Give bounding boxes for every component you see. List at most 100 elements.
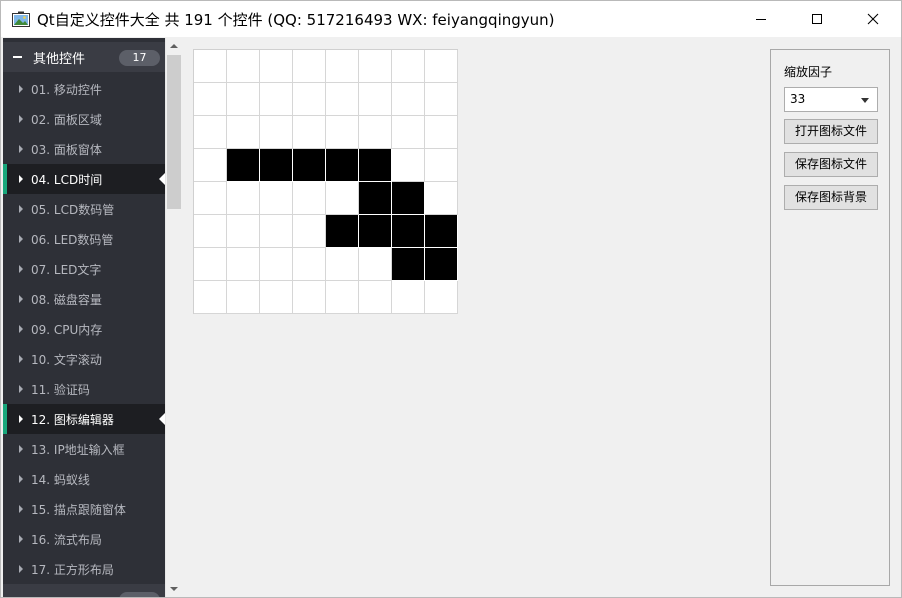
- pixel-cell-empty[interactable]: [293, 182, 326, 215]
- pixel-cell-empty[interactable]: [326, 83, 359, 116]
- pixel-cell-empty[interactable]: [425, 182, 458, 215]
- close-button[interactable]: [844, 1, 902, 37]
- save-icon-file-button[interactable]: 保存图标文件: [784, 152, 878, 177]
- sidebar-item[interactable]: 01. 移动控件: [3, 74, 165, 104]
- pixel-cell-empty[interactable]: [359, 116, 392, 149]
- pixel-cell-empty[interactable]: [194, 149, 227, 182]
- pixel-cell-empty[interactable]: [326, 50, 359, 83]
- pixel-cell-empty[interactable]: [392, 116, 425, 149]
- pixel-cell-empty[interactable]: [260, 50, 293, 83]
- pixel-cell-empty[interactable]: [425, 83, 458, 116]
- pixel-cell-empty[interactable]: [359, 50, 392, 83]
- title-bar[interactable]: Qt自定义控件大全 共 191 个控件 (QQ: 517216493 WX: f…: [1, 1, 901, 37]
- pixel-cell-empty[interactable]: [227, 248, 260, 281]
- pixel-cell-empty[interactable]: [293, 281, 326, 314]
- pixel-cell-empty[interactable]: [260, 182, 293, 215]
- pixel-cell-filled[interactable]: [326, 215, 359, 248]
- sidebar-item[interactable]: 15. 描点跟随窗体: [3, 494, 165, 524]
- pixel-cell-empty[interactable]: [425, 50, 458, 83]
- sidebar-item[interactable]: 14. 蚂蚁线: [3, 464, 165, 494]
- pixel-cell-empty[interactable]: [260, 248, 293, 281]
- pixel-cell-filled[interactable]: [392, 182, 425, 215]
- minimize-button[interactable]: [732, 1, 790, 37]
- sidebar-item[interactable]: 05. LCD数码管: [3, 194, 165, 224]
- scale-factor-combobox[interactable]: 33: [784, 87, 878, 112]
- sidebar-item[interactable]: 02. 面板区域: [3, 104, 165, 134]
- sidebar-item[interactable]: 11. 验证码: [3, 374, 165, 404]
- sidebar-item[interactable]: 07. LED文字: [3, 254, 165, 284]
- scroll-thumb[interactable]: [167, 55, 181, 209]
- pixel-cell-filled[interactable]: [293, 149, 326, 182]
- pixel-cell-empty[interactable]: [326, 248, 359, 281]
- pixel-cell-empty[interactable]: [260, 83, 293, 116]
- pixel-cell-empty[interactable]: [359, 281, 392, 314]
- pixel-cell-empty[interactable]: [293, 83, 326, 116]
- pixel-cell-empty[interactable]: [194, 248, 227, 281]
- sidebar-item-label: 03. 面板窗体: [31, 143, 102, 157]
- pixel-cell-empty[interactable]: [326, 182, 359, 215]
- pixel-cell-filled[interactable]: [260, 149, 293, 182]
- pixel-cell-empty[interactable]: [194, 50, 227, 83]
- group-header-other-controls[interactable]: 其他控件 17: [3, 42, 165, 72]
- pixel-cell-empty[interactable]: [227, 182, 260, 215]
- sidebar-item[interactable]: 09. CPU内存: [3, 314, 165, 344]
- open-icon-file-button[interactable]: 打开图标文件: [784, 119, 878, 144]
- pixel-cell-empty[interactable]: [359, 83, 392, 116]
- pixel-cell-empty[interactable]: [227, 281, 260, 314]
- pixel-cell-filled[interactable]: [392, 248, 425, 281]
- pixel-cell-filled[interactable]: [359, 149, 392, 182]
- pixel-cell-empty[interactable]: [227, 50, 260, 83]
- pixel-cell-filled[interactable]: [359, 182, 392, 215]
- pixel-cell-empty[interactable]: [425, 281, 458, 314]
- pixel-grid[interactable]: [194, 50, 458, 314]
- pixel-cell-empty[interactable]: [227, 215, 260, 248]
- sidebar-item[interactable]: 03. 面板窗体: [3, 134, 165, 164]
- pixel-cell-empty[interactable]: [260, 215, 293, 248]
- pixel-cell-empty[interactable]: [293, 116, 326, 149]
- pixel-cell-empty[interactable]: [227, 116, 260, 149]
- scroll-up-button[interactable]: [166, 38, 182, 54]
- pixel-cell-empty[interactable]: [359, 248, 392, 281]
- save-icon-background-button[interactable]: 保存图标背景: [784, 185, 878, 210]
- pixel-cell-empty[interactable]: [293, 215, 326, 248]
- maximize-button[interactable]: [788, 1, 846, 37]
- sidebar-item-label: 05. LCD数码管: [31, 203, 115, 217]
- pixel-cell-empty[interactable]: [425, 149, 458, 182]
- sidebar-item[interactable]: 08. 磁盘容量: [3, 284, 165, 314]
- pixel-cell-filled[interactable]: [326, 149, 359, 182]
- pixel-cell-empty[interactable]: [194, 116, 227, 149]
- pixel-cell-filled[interactable]: [425, 248, 458, 281]
- pixel-cell-filled[interactable]: [425, 215, 458, 248]
- sidebar-item-label: 11. 验证码: [31, 383, 90, 397]
- pixel-cell-empty[interactable]: [392, 83, 425, 116]
- sidebar-item[interactable]: 10. 文字滚动: [3, 344, 165, 374]
- pixel-cell-empty[interactable]: [293, 248, 326, 281]
- pixel-cell-filled[interactable]: [359, 215, 392, 248]
- pixel-cell-empty[interactable]: [194, 281, 227, 314]
- sidebar-item[interactable]: 13. IP地址输入框: [3, 434, 165, 464]
- sidebar-item[interactable]: 17. 正方形布局: [3, 554, 165, 584]
- sidebar-item[interactable]: 04. LCD时间: [3, 164, 165, 194]
- pixel-cell-filled[interactable]: [392, 215, 425, 248]
- pixel-cell-empty[interactable]: [194, 83, 227, 116]
- pixel-cell-empty[interactable]: [194, 215, 227, 248]
- sidebar-scrollbar[interactable]: [165, 38, 182, 597]
- sidebar-item[interactable]: 12. 图标编辑器: [3, 404, 165, 434]
- pixel-cell-empty[interactable]: [194, 182, 227, 215]
- pixel-cell-empty[interactable]: [392, 149, 425, 182]
- pixel-cell-empty[interactable]: [326, 281, 359, 314]
- pixel-cell-empty[interactable]: [260, 281, 293, 314]
- pixel-cell-empty[interactable]: [326, 116, 359, 149]
- icon-editor-canvas[interactable]: [193, 49, 458, 314]
- pixel-cell-empty[interactable]: [392, 281, 425, 314]
- pixel-cell-empty[interactable]: [392, 50, 425, 83]
- next-group-header[interactable]: [3, 584, 165, 597]
- pixel-cell-empty[interactable]: [293, 50, 326, 83]
- sidebar-item[interactable]: 06. LED数码管: [3, 224, 165, 254]
- pixel-cell-empty[interactable]: [227, 83, 260, 116]
- pixel-cell-empty[interactable]: [425, 116, 458, 149]
- pixel-cell-filled[interactable]: [227, 149, 260, 182]
- scroll-down-button[interactable]: [166, 581, 182, 597]
- pixel-cell-empty[interactable]: [260, 116, 293, 149]
- sidebar-item[interactable]: 16. 流式布局: [3, 524, 165, 554]
